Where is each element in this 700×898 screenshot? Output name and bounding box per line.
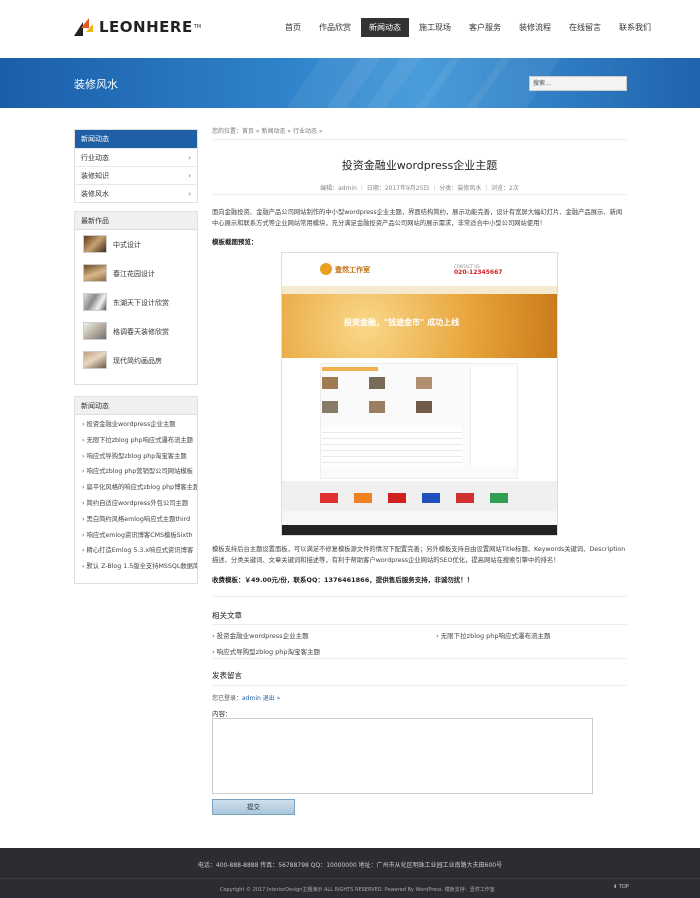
nav-construction[interactable]: 施工现场 bbox=[411, 18, 459, 37]
news-link[interactable]: › 响应式导购型zblog php淘宝客主题 bbox=[75, 449, 197, 465]
nav-service[interactable]: 客户服务 bbox=[461, 18, 509, 37]
logo-text: LEONHERE bbox=[99, 18, 193, 36]
site-header: LEONHERE TM 首页 作品欣赏 新闻动态 施工现场 客户服务 装修流程 … bbox=[0, 0, 700, 58]
content-label: 内容： bbox=[212, 710, 232, 718]
work-thumbnail[interactable] bbox=[83, 322, 107, 340]
work-thumbnail[interactable] bbox=[83, 293, 107, 311]
work-title[interactable]: 中式设计 bbox=[113, 240, 141, 250]
work-thumbnail[interactable] bbox=[83, 351, 107, 369]
logo-mark-icon bbox=[74, 18, 96, 36]
site-logo[interactable]: LEONHERE TM bbox=[74, 16, 201, 38]
login-prefix: 您已登录： bbox=[212, 695, 243, 702]
login-status: 您已登录：admin 退出 » bbox=[212, 693, 280, 702]
nav-message[interactable]: 在线留言 bbox=[561, 18, 609, 37]
nav-home[interactable]: 首页 bbox=[277, 18, 309, 37]
chevron-right-icon: › bbox=[188, 154, 191, 162]
related-link[interactable]: › 无限下拉zblog php响应式瀑布流主题 bbox=[436, 630, 551, 640]
footer-divider bbox=[0, 878, 700, 879]
work-item[interactable]: 中式设计 bbox=[75, 230, 197, 259]
works-box: 最新作品 中式设计 春江花园设计 东湖天下设计欣赏 格调春天装修欣赏 现代简约画… bbox=[74, 211, 198, 385]
comment-textarea[interactable] bbox=[212, 718, 593, 794]
article-body: 模板支持后台主题设置面板，可以满足不修复模板源文件的情况下配置完善；另外模板支持… bbox=[212, 546, 626, 564]
related-title: 相关文章 bbox=[212, 611, 242, 620]
works-box-title: 最新作品 bbox=[75, 212, 197, 230]
price-note: 收费模板：￥49.00元/份，联系QQ：1376461866，提供售后服务支持，… bbox=[212, 576, 474, 584]
work-item[interactable]: 现代简约画品房 bbox=[75, 346, 197, 375]
footer-copyright: Copyright © 2017 InteriorDesign主题演示 ALL … bbox=[220, 887, 495, 893]
preview-slogan: 投资金融，"钱途金市" 成功上线 bbox=[344, 318, 460, 327]
preview-phone: 020-12345667 bbox=[454, 269, 503, 276]
work-title[interactable]: 东湖天下设计欣赏 bbox=[113, 298, 169, 308]
article-title: 投资金融业wordpress企业主题 bbox=[341, 159, 498, 172]
article-meta: 编辑：admin ｜ 日期：2017年9月25日 ｜ 分类：装修风水 ｜ 浏览：… bbox=[212, 183, 627, 195]
news-link[interactable]: › 响应式zblog php营销型公司网站模板 bbox=[75, 464, 197, 480]
preview-brand: 壹然工作室 bbox=[335, 266, 370, 274]
category-box: 新闻动态 行业动态 › 装修知识 › 装修风水 › bbox=[74, 129, 198, 203]
category-item[interactable]: 行业动态 › bbox=[75, 148, 197, 166]
news-link[interactable]: › 响应式emlog资讯博客CMS模板Sixth bbox=[75, 528, 197, 544]
category-item[interactable]: 装修风水 › bbox=[75, 184, 197, 202]
category-item[interactable]: 装修知识 › bbox=[75, 166, 197, 184]
main-nav: 首页 作品欣赏 新闻动态 施工现场 客户服务 装修流程 在线留言 联系我们 bbox=[277, 18, 661, 37]
page-banner: 装修风水 搜索... bbox=[0, 58, 700, 108]
search-input[interactable]: 搜索... bbox=[529, 76, 627, 91]
news-link[interactable]: › 无限下拉zblog php响应式瀑布流主题 bbox=[75, 433, 197, 449]
page-title: 装修风水 bbox=[74, 78, 118, 91]
logo-tm: TM bbox=[193, 24, 202, 30]
chevron-right-icon: › bbox=[188, 190, 191, 198]
news-link[interactable]: › 精心打造Emlog 5.3.x响应式资讯博客 bbox=[75, 543, 197, 559]
related-link[interactable]: › 投资金融业wordpress企业主题 bbox=[212, 630, 309, 640]
arrow-up-icon: ⬆ bbox=[613, 884, 618, 890]
work-thumbnail[interactable] bbox=[83, 264, 107, 282]
work-thumbnail[interactable] bbox=[83, 235, 107, 253]
category-box-title: 新闻动态 bbox=[75, 130, 197, 148]
nav-news[interactable]: 新闻动态 bbox=[361, 18, 409, 37]
work-title[interactable]: 现代简约画品房 bbox=[113, 356, 162, 366]
article-intro: 面向金融投资、金融产品公司网站制作的中小型wordpress企业主题，界面结构简… bbox=[212, 209, 623, 227]
template-preview-image: 壹然工作室 CONTACT US 020-12345667 投资金融，"钱途金市… bbox=[281, 252, 558, 536]
related-link[interactable]: › 响应式导购型zblog php淘宝客主题 bbox=[212, 646, 320, 656]
site-footer: 电话：400-888-8888 传真：56788798 QQ：10000000 … bbox=[0, 848, 700, 898]
preview-label: 模板截图预览： bbox=[212, 238, 258, 246]
chevron-right-icon: › bbox=[188, 172, 191, 180]
news-link[interactable]: › 黑白简约风格emlog响应式主题third bbox=[75, 512, 197, 528]
category-item-label: 装修知识 bbox=[81, 172, 109, 180]
submit-button[interactable]: 提交 bbox=[212, 799, 295, 815]
nav-contact[interactable]: 联系我们 bbox=[611, 18, 659, 37]
news-link[interactable]: › 投资金融业wordpress企业主题 bbox=[75, 417, 197, 433]
news-link[interactable]: › 默认 Z-Blog 1.5版全支持MSSQL数据库 bbox=[75, 559, 197, 575]
work-item[interactable]: 东湖天下设计欣赏 bbox=[75, 288, 197, 317]
news-box: 新闻动态 › 投资金融业wordpress企业主题 › 无限下拉zblog ph… bbox=[74, 396, 198, 584]
work-item[interactable]: 格调春天装修欣赏 bbox=[75, 317, 197, 346]
nav-works[interactable]: 作品欣赏 bbox=[311, 18, 359, 37]
comment-title: 发表留言 bbox=[212, 671, 242, 680]
breadcrumb[interactable]: 您的位置：首页 » 新闻动态 » 行业动态 » bbox=[212, 124, 627, 140]
news-link[interactable]: › 扁平化风格的响应式zblog php博客主题 bbox=[75, 480, 197, 496]
news-box-title: 新闻动态 bbox=[75, 397, 197, 415]
news-link[interactable]: › 简约自适应wordpress外包公司主题 bbox=[75, 496, 197, 512]
back-to-top-label: TOP bbox=[618, 884, 629, 890]
footer-contact: 电话：400-888-8888 传真：56788798 QQ：10000000 … bbox=[197, 862, 503, 869]
preview-logo-icon bbox=[320, 263, 332, 275]
back-to-top-button[interactable]: ⬆ TOP bbox=[613, 884, 629, 890]
work-title[interactable]: 春江花园设计 bbox=[113, 269, 155, 279]
nav-process[interactable]: 装修流程 bbox=[511, 18, 559, 37]
article-main: 您的位置：首页 » 新闻动态 » 行业动态 » 投资金融业wordpress企业… bbox=[212, 124, 627, 815]
category-item-label: 行业动态 bbox=[81, 154, 109, 162]
login-user-link[interactable]: admin bbox=[242, 695, 261, 702]
work-title[interactable]: 格调春天装修欣赏 bbox=[113, 327, 169, 337]
category-item-label: 装修风水 bbox=[81, 190, 109, 198]
logout-link[interactable]: 退出 » bbox=[263, 695, 281, 702]
work-item[interactable]: 春江花园设计 bbox=[75, 259, 197, 288]
